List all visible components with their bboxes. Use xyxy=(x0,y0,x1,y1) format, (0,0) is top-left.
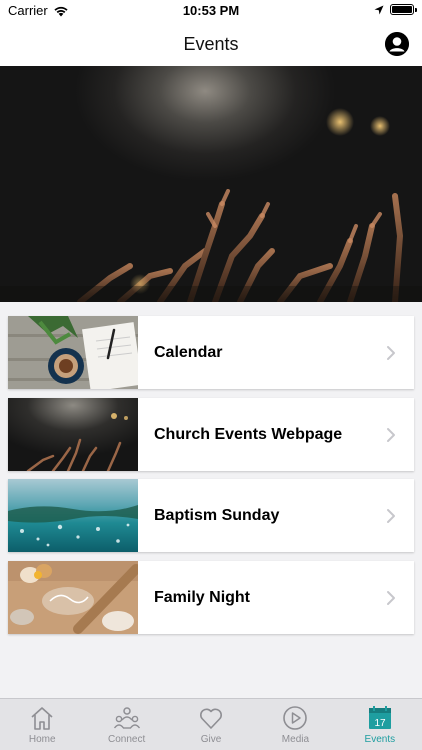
tab-media[interactable]: Media xyxy=(253,699,337,750)
tab-give[interactable]: Give xyxy=(169,699,253,750)
event-label: Calendar xyxy=(154,343,223,361)
tab-label: Connect xyxy=(107,734,146,745)
tab-bar: Home Connect Give Media 17 Events xyxy=(0,698,422,750)
chevron-right-icon xyxy=(380,345,402,361)
event-item-baptism-sunday[interactable]: Baptism Sunday xyxy=(8,479,414,552)
status-time: 10:53 PM xyxy=(182,3,240,18)
family-night-thumbnail xyxy=(8,561,138,634)
tab-home[interactable]: Home xyxy=(0,699,84,750)
profile-button[interactable] xyxy=(385,32,409,56)
calendar-thumbnail xyxy=(8,316,138,389)
baptism-thumbnail xyxy=(8,479,138,552)
heart-icon xyxy=(200,708,223,729)
tab-label: Events xyxy=(364,734,396,745)
chevron-right-icon xyxy=(380,427,402,443)
tab-label: Home xyxy=(28,734,56,745)
profile-icon xyxy=(385,32,409,56)
tab-label: Media xyxy=(281,734,310,745)
event-label: Family Night xyxy=(154,588,251,606)
home-icon xyxy=(31,707,53,730)
nav-bar: Events xyxy=(0,22,422,66)
event-item-calendar[interactable]: Calendar xyxy=(8,316,414,389)
status-right xyxy=(374,4,417,15)
play-icon xyxy=(283,706,308,730)
chevron-right-icon xyxy=(380,590,402,606)
hero-worship-illustration xyxy=(0,108,422,302)
calendar-icon: 17 xyxy=(368,706,391,729)
chevron-right-icon xyxy=(380,508,402,524)
event-item-family-night[interactable]: Family Night xyxy=(8,561,414,634)
tab-label: Give xyxy=(200,734,222,745)
status-bar: Carrier 10:53 PM xyxy=(0,0,422,22)
page-title: Events xyxy=(183,33,239,54)
people-icon xyxy=(113,707,140,729)
hero-image xyxy=(0,66,422,302)
event-label: Baptism Sunday xyxy=(154,506,280,524)
tab-connect[interactable]: Connect xyxy=(84,699,168,750)
battery-icon xyxy=(390,4,417,15)
event-label: Church Events Webpage xyxy=(154,425,343,443)
calendar-icon-day: 17 xyxy=(374,718,386,729)
tab-events[interactable]: 17 Events xyxy=(338,699,422,750)
event-item-church-events-webpage[interactable]: Church Events Webpage xyxy=(8,398,414,471)
church-events-thumbnail xyxy=(8,398,138,471)
location-arrow-icon xyxy=(374,5,384,14)
